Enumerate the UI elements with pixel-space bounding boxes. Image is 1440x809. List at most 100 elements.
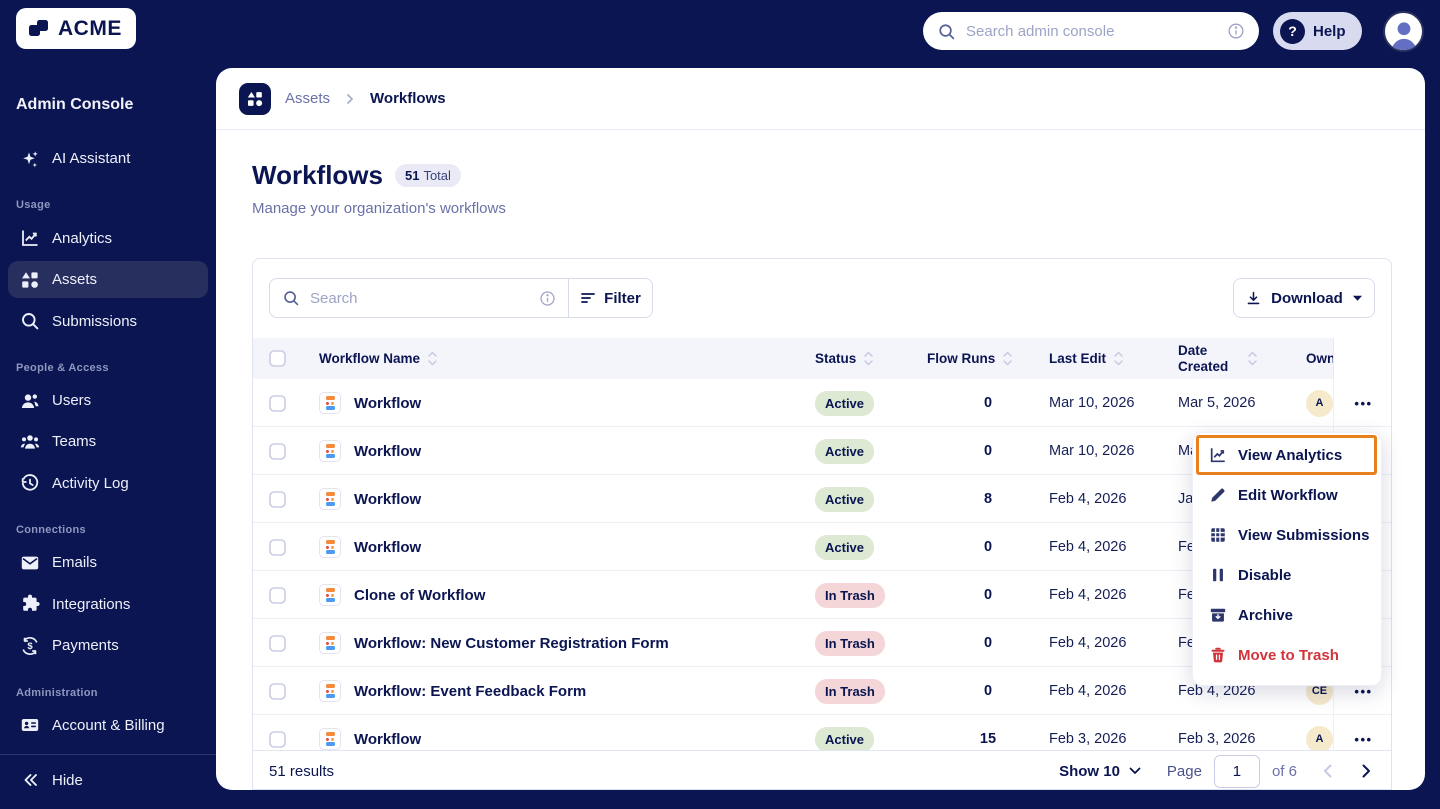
sidebar-item-emails[interactable]: Emails [8, 544, 208, 581]
date-created-value: Mar 5, 2026 [1178, 395, 1256, 411]
admin-search-input[interactable] [966, 22, 1217, 40]
main-panel: Assets Workflows Workflows 51 Total Mana… [216, 68, 1425, 790]
last-edit-value: Feb 4, 2026 [1049, 587, 1127, 603]
table-toolbar: Filter Download [253, 259, 1391, 338]
column-header-flow-runs[interactable]: Flow Runs [927, 338, 1049, 379]
column-header-last-edit[interactable]: Last Edit [1049, 338, 1178, 379]
workflow-name-link[interactable]: Workflow [354, 539, 421, 556]
page-header: Workflows 51 Total Manage your organizat… [216, 130, 1425, 217]
workflow-name-link[interactable]: Workflow [354, 731, 421, 748]
workflow-name-link[interactable]: Workflow: New Customer Registration Form [354, 635, 669, 652]
breadcrumb-assets[interactable]: Assets [285, 90, 330, 107]
sidebar-item-submissions[interactable]: Submissions [8, 302, 208, 339]
menu-item-label: View Analytics [1238, 446, 1343, 464]
payments-icon: $ [20, 636, 40, 656]
sort-icon[interactable] [863, 351, 874, 366]
status-badge: Active [815, 438, 875, 464]
sidebar-item-label: Payments [52, 637, 119, 655]
sort-icon[interactable] [427, 351, 438, 366]
sort-icon[interactable] [1247, 351, 1258, 366]
row-checkbox[interactable] [269, 634, 319, 652]
column-header-status[interactable]: Status [811, 338, 927, 379]
owner-avatar: A [1306, 389, 1333, 417]
analytics-icon [1209, 446, 1227, 464]
sidebar-item-assets[interactable]: Assets [8, 260, 208, 299]
sidebar-item-account-billing[interactable]: Account & Billing [8, 707, 208, 744]
row-context-menu: View Analytics Edit Workflow View Submis… [1192, 432, 1382, 686]
chevron-left-icon [1324, 764, 1332, 778]
sidebar-section-connections: Connections [16, 524, 86, 537]
sidebar-item-payments[interactable]: $ Payments [8, 627, 208, 664]
sidebar-section-administration: Administration [16, 686, 98, 699]
sort-icon[interactable] [1113, 351, 1124, 366]
menu-item-disable[interactable]: Disable [1193, 555, 1381, 595]
svg-text:$: $ [27, 641, 33, 652]
help-button[interactable]: ? Help [1273, 12, 1362, 50]
workflow-name-link[interactable]: Workflow: Event Feedback Form [354, 683, 586, 700]
workflow-name-link[interactable]: Clone of Workflow [354, 587, 485, 604]
admin-search [923, 12, 1259, 50]
sidebar-item-integrations[interactable]: Integrations [8, 586, 208, 623]
prev-page-button[interactable] [1323, 764, 1332, 778]
brand-logo[interactable]: ACME [16, 8, 136, 49]
topbar: ACME ? Help [0, 0, 1440, 68]
workflow-icon [319, 680, 341, 702]
owner-avatar: A [1306, 725, 1333, 750]
sidebar-item-analytics[interactable]: Analytics [8, 219, 208, 256]
page-number-input[interactable] [1213, 754, 1260, 788]
row-checkbox[interactable] [269, 490, 319, 508]
sidebar-item-label: Emails [52, 554, 98, 572]
row-menu-button[interactable]: ••• [1354, 732, 1372, 747]
date-created-value: Feb 3, 2026 [1178, 731, 1256, 747]
workflow-name-link[interactable]: Workflow [354, 443, 421, 460]
workflow-name-link[interactable]: Workflow [354, 395, 421, 412]
download-button[interactable]: Download [1233, 278, 1375, 318]
menu-item-label: View Submissions [1238, 526, 1370, 544]
menu-item-edit-workflow[interactable]: Edit Workflow [1193, 475, 1381, 515]
menu-item-archive[interactable]: Archive [1193, 595, 1381, 635]
table-grid-icon [1209, 526, 1227, 544]
sidebar: Admin Console AI Assistant Usage Analyti… [0, 68, 216, 809]
collapse-chevrons-icon [20, 770, 40, 790]
row-menu-button[interactable]: ••• [1354, 396, 1372, 411]
row-checkbox[interactable] [269, 586, 319, 604]
table-search-input[interactable] [310, 289, 529, 307]
next-page-button[interactable] [1362, 764, 1371, 778]
row-checkbox[interactable] [269, 394, 319, 412]
show-per-page-select[interactable]: Show 10 [1059, 763, 1141, 780]
sort-icon[interactable] [1002, 351, 1013, 366]
menu-item-view-submissions[interactable]: View Submissions [1193, 515, 1381, 555]
select-all-cell [269, 338, 319, 379]
acme-logo-icon [26, 16, 52, 42]
filter-button[interactable]: Filter [568, 279, 652, 317]
column-header-owner[interactable]: Owner [1306, 338, 1333, 379]
sidebar-item-activity-log[interactable]: Activity Log [8, 465, 208, 502]
puzzle-icon [20, 594, 40, 614]
sidebar-item-users[interactable]: Users [8, 382, 208, 419]
search-icon [20, 311, 40, 331]
row-checkbox[interactable] [269, 682, 319, 700]
column-header-name[interactable]: Workflow Name [319, 338, 811, 379]
id-card-icon [20, 715, 40, 735]
user-avatar-button[interactable] [1383, 11, 1424, 52]
row-checkbox[interactable] [269, 538, 319, 556]
page-label: Page [1166, 762, 1202, 780]
person-icon [1391, 22, 1416, 50]
search-icon [282, 289, 300, 307]
sidebar-hide-button[interactable]: Hide [8, 761, 208, 799]
status-badge: Active [815, 486, 875, 512]
menu-item-view-analytics[interactable]: View Analytics [1193, 435, 1381, 475]
status-badge: Active [815, 390, 875, 416]
last-edit-value: Feb 3, 2026 [1049, 731, 1127, 747]
row-checkbox[interactable] [269, 730, 319, 748]
sidebar-item-ai-assistant[interactable]: AI Assistant [8, 140, 208, 177]
select-all-checkbox[interactable] [269, 350, 286, 367]
workflow-name-link[interactable]: Workflow [354, 491, 421, 508]
status-badge: Active [815, 726, 875, 750]
sparkles-icon [20, 149, 40, 169]
row-checkbox[interactable] [269, 442, 319, 460]
menu-item-move-to-trash[interactable]: Move to Trash [1193, 635, 1381, 675]
table-row: Workflow Active 15 Feb 3, 2026 Feb 3, 20… [253, 715, 1391, 750]
column-header-date-created[interactable]: Date Created [1178, 338, 1306, 379]
sidebar-item-teams[interactable]: Teams [8, 423, 208, 460]
